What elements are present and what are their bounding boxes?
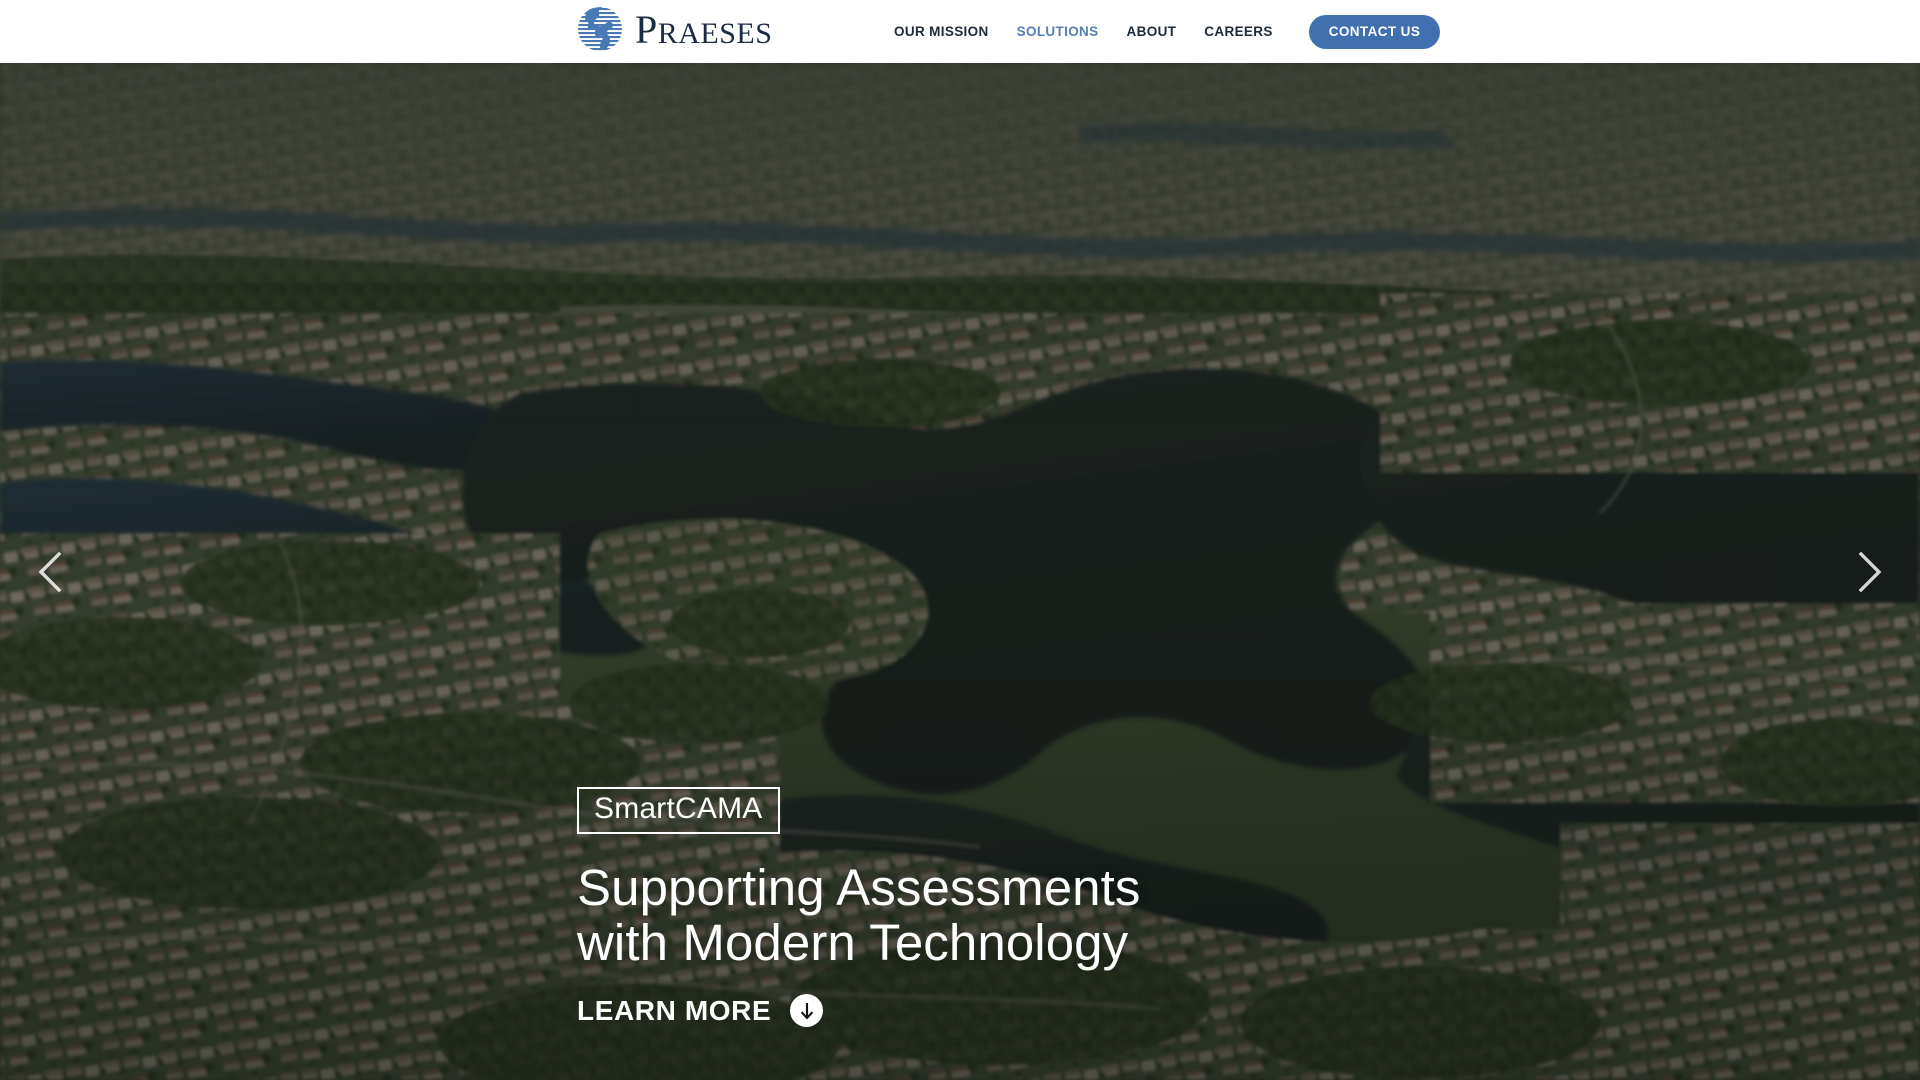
arrow-down-circle-icon xyxy=(790,994,824,1027)
brand-logo-link[interactable]: PRAESES xyxy=(573,2,772,56)
carousel-prev-button[interactable] xyxy=(28,544,74,600)
chevron-left-icon xyxy=(28,544,74,600)
globe-icon xyxy=(573,2,627,56)
carousel-next-button[interactable] xyxy=(1846,544,1892,600)
chevron-right-icon xyxy=(1846,544,1892,600)
hero-content: SmartCAMA Supporting Assessments with Mo… xyxy=(577,787,1141,1027)
nav-item-careers[interactable]: CAREERS xyxy=(1190,0,1286,63)
learn-more-button[interactable]: LEARN MORE xyxy=(577,994,824,1027)
contact-us-button[interactable]: CONTACT US xyxy=(1308,14,1441,49)
primary-navigation: OUR MISSION SOLUTIONS ABOUT CAREERS CONT… xyxy=(880,0,1441,63)
hero-headline: Supporting Assessments with Modern Techn… xyxy=(577,858,1141,971)
brand-wordmark: PRAESES xyxy=(635,7,773,52)
learn-more-label: LEARN MORE xyxy=(577,994,772,1026)
hero-carousel: SmartCAMA Supporting Assessments with Mo… xyxy=(0,63,1920,1080)
nav-item-about[interactable]: ABOUT xyxy=(1113,0,1191,63)
nav-item-our-mission[interactable]: OUR MISSION xyxy=(880,0,1003,63)
nav-item-solutions[interactable]: SOLUTIONS xyxy=(1003,0,1113,63)
site-header: PRAESES OUR MISSION SOLUTIONS ABOUT CARE… xyxy=(0,0,1920,63)
hero-eyebrow-badge: SmartCAMA xyxy=(577,787,780,834)
